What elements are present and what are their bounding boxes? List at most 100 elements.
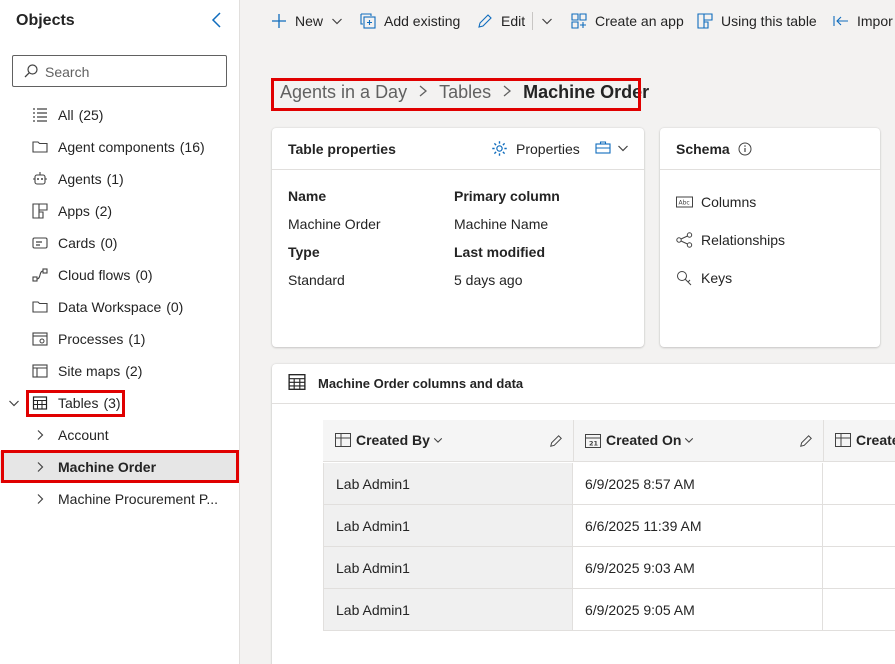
apps-icon bbox=[32, 203, 48, 219]
cell-created[interactable] bbox=[823, 547, 895, 589]
search-input[interactable] bbox=[45, 62, 220, 82]
add-existing-button[interactable]: Add existing bbox=[360, 11, 460, 31]
key-icon bbox=[677, 271, 692, 286]
sidebar-item-count: (2) bbox=[125, 363, 143, 379]
cell-created-by[interactable]: Lab Admin1 bbox=[323, 463, 573, 505]
last-modified-label: Last modified bbox=[454, 244, 546, 260]
chevron-right-icon[interactable] bbox=[34, 429, 46, 441]
cell-created-by[interactable]: Lab Admin1 bbox=[323, 505, 573, 547]
gear-icon bbox=[492, 141, 507, 156]
column-header-created-on[interactable]: 21 Created On bbox=[585, 432, 694, 448]
cell-created-on[interactable]: 6/9/2025 9:05 AM bbox=[573, 589, 823, 631]
edit-chevron-down-icon[interactable] bbox=[541, 15, 553, 27]
sidebar-item-apps[interactable]: Apps (2) bbox=[0, 195, 240, 227]
cell-created-on[interactable]: 6/6/2025 11:39 AM bbox=[573, 505, 823, 547]
add-existing-icon bbox=[360, 13, 376, 29]
collapse-chevron-left-icon[interactable] bbox=[207, 10, 227, 30]
sidebar-item-site-maps[interactable]: Site maps (2) bbox=[0, 355, 240, 387]
edit-button[interactable]: Edit bbox=[477, 11, 525, 31]
schema-link-relationships[interactable]: Relationships bbox=[676, 232, 785, 248]
table-item-machine-order[interactable]: Machine Order bbox=[0, 451, 240, 483]
cell-created-on[interactable]: 6/9/2025 8:57 AM bbox=[573, 463, 823, 505]
create-app-button[interactable]: Create an app bbox=[571, 11, 684, 31]
breadcrumb-item-environment[interactable]: Agents in a Day bbox=[280, 82, 407, 103]
cell-created-by[interactable]: Lab Admin1 bbox=[323, 547, 573, 589]
properties-button[interactable]: Properties bbox=[491, 140, 580, 157]
card-icon bbox=[32, 237, 48, 249]
schema-link-label: Keys bbox=[701, 270, 733, 286]
chevron-down-icon[interactable] bbox=[331, 15, 343, 27]
column-header-created-by[interactable]: Created By bbox=[335, 432, 443, 448]
toolbar-divider bbox=[532, 12, 533, 30]
svg-text:21: 21 bbox=[589, 439, 599, 447]
schema-link-keys[interactable]: Keys bbox=[676, 270, 732, 286]
sidebar-item-label: Tables bbox=[58, 395, 99, 411]
toolbox-icon bbox=[595, 141, 611, 154]
type-value: Standard bbox=[288, 272, 345, 288]
sidebar-item-tables[interactable]: Tables (3) bbox=[0, 387, 240, 419]
column-divider bbox=[573, 420, 574, 462]
name-value: Machine Order bbox=[288, 216, 381, 232]
column-edit-pencil-icon[interactable] bbox=[549, 434, 563, 448]
cell-created-by[interactable]: Lab Admin1 bbox=[323, 589, 573, 631]
table-item-label: Machine Order bbox=[58, 459, 157, 475]
type-label: Type bbox=[288, 244, 320, 260]
tools-dropdown-button[interactable] bbox=[595, 141, 629, 155]
using-this-table-button[interactable]: Using this table bbox=[697, 11, 817, 31]
schema-title-text: Schema bbox=[676, 141, 730, 157]
sidebar-item-count: (25) bbox=[78, 107, 104, 123]
sidebar-item-cards[interactable]: Cards (0) bbox=[0, 227, 240, 259]
sidebar-item-all[interactable]: All (25) bbox=[0, 99, 240, 131]
chevron-right-icon[interactable] bbox=[34, 493, 46, 505]
sidebar-item-count: (3) bbox=[103, 395, 121, 411]
card-header: Schema bbox=[660, 128, 880, 170]
name-label: Name bbox=[288, 188, 327, 204]
process-icon bbox=[32, 332, 48, 346]
flow-icon bbox=[32, 268, 48, 282]
import-button[interactable]: Impor bbox=[833, 11, 893, 31]
sidebar-item-count: (1) bbox=[128, 331, 146, 347]
sidebar-item-count: (0) bbox=[135, 267, 153, 283]
schema-link-label: Columns bbox=[701, 194, 757, 210]
bot-icon bbox=[33, 172, 47, 185]
lookup-column-icon bbox=[835, 433, 851, 447]
schema-link-columns[interactable]: Abc Columns bbox=[676, 194, 756, 210]
sidebar-item-label: Agent components bbox=[58, 139, 175, 155]
edit-label: Edit bbox=[501, 13, 526, 29]
chevron-right-icon[interactable] bbox=[34, 461, 46, 473]
cell-created-on[interactable]: 6/9/2025 9:03 AM bbox=[573, 547, 823, 589]
breadcrumb-separator-icon bbox=[501, 82, 513, 103]
card-header: Table properties Properties bbox=[272, 128, 644, 170]
table-icon bbox=[288, 374, 306, 390]
primary-column-value: Machine Name bbox=[454, 216, 549, 232]
apps-icon bbox=[697, 13, 713, 29]
sidebar-item-processes[interactable]: Processes (1) bbox=[0, 323, 240, 355]
column-divider bbox=[823, 420, 824, 462]
sidebar-item-data-workspace[interactable]: Data Workspace (0) bbox=[0, 291, 240, 323]
cell-created[interactable] bbox=[823, 505, 895, 547]
sidebar-item-cloud-flows[interactable]: Cloud flows (0) bbox=[0, 259, 240, 291]
new-button[interactable]: New bbox=[271, 11, 343, 31]
cell-created[interactable] bbox=[823, 589, 895, 631]
column-header-label: Created By bbox=[356, 432, 430, 448]
search-box[interactable] bbox=[12, 55, 227, 87]
table-item-account[interactable]: Account bbox=[0, 419, 240, 451]
sidebar-item-agents[interactable]: Agents (1) bbox=[0, 163, 240, 195]
folder-icon bbox=[32, 141, 48, 153]
card-header: Machine Order columns and data bbox=[272, 364, 895, 404]
cell-created[interactable] bbox=[823, 463, 895, 505]
column-header-created[interactable]: Create bbox=[835, 432, 895, 448]
column-edit-pencil-icon[interactable] bbox=[799, 434, 813, 448]
schema-link-label: Relationships bbox=[701, 232, 786, 248]
info-icon[interactable] bbox=[738, 142, 752, 156]
sidebar-item-agent-components[interactable]: Agent components (16) bbox=[0, 131, 240, 163]
chevron-down-icon[interactable] bbox=[8, 397, 20, 409]
sidebar-item-label: Agents bbox=[58, 171, 102, 187]
columns-icon: Abc bbox=[676, 196, 693, 208]
using-this-table-label: Using this table bbox=[721, 13, 817, 29]
sidebar-item-count: (2) bbox=[94, 203, 113, 219]
breadcrumb-item-tables[interactable]: Tables bbox=[439, 82, 491, 103]
column-header-label: Created On bbox=[606, 432, 682, 448]
calendar-icon: 21 bbox=[585, 433, 601, 448]
table-item-machine-procurement[interactable]: Machine Procurement P... bbox=[0, 483, 240, 515]
